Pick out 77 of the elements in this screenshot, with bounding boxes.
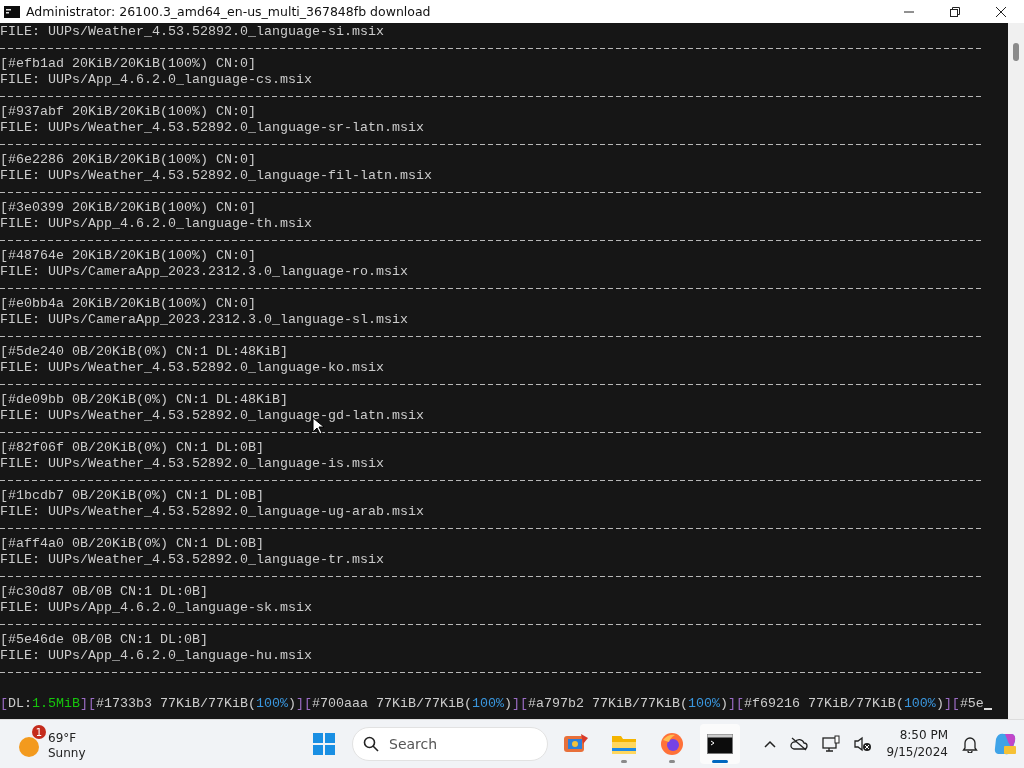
status-text: DL:	[8, 696, 32, 712]
status-text: )	[503, 696, 512, 712]
temperature: 69°F	[48, 731, 78, 746]
console-line: [#e0bb4a 20KiB/20KiB(100%) CN:0]	[0, 296, 257, 312]
console-line: FILE: UUPs/App_4.6.2.0_language-hu.msix	[0, 648, 313, 664]
console-line: [#5de240 0B/20KiB(0%) CN:1 DL:48KiB]	[0, 344, 289, 360]
status-text: (	[679, 696, 688, 712]
status-text: #700aaa 77KiB/77KiB	[311, 696, 464, 712]
console-line: [#82f06f 0B/20KiB(0%) CN:1 DL:0B]	[0, 440, 265, 456]
status-text: 1.5MiB	[32, 696, 80, 712]
console-line: [#aff4a0 0B/20KiB(0%) CN:1 DL:0B]	[0, 536, 265, 552]
weather-widget[interactable]: 1 69°F Sunny	[18, 725, 88, 763]
console-line: FILE: UUPs/App_4.6.2.0_language-th.msix	[0, 216, 313, 232]
scrollbar[interactable]	[1008, 23, 1024, 719]
text-cursor	[983, 708, 992, 710]
sun-icon	[18, 734, 42, 758]
bell-icon[interactable]	[962, 735, 978, 753]
chevron-up-icon[interactable]	[764, 740, 777, 748]
console-line: FILE: UUPs/Weather_4.53.52892.0_language-ug-arab.msix	[0, 504, 425, 520]
weather-condition: Sunny	[48, 746, 86, 761]
search-icon	[363, 736, 379, 752]
terminal-icon	[707, 734, 733, 754]
console-line: FILE: UUPs/Weather_4.53.52892.0_language-fil-latn.msix	[0, 168, 433, 184]
console-line: FILE: UUPs/Weather_4.53.52892.0_language-si.msix	[0, 24, 385, 40]
console-line: FILE: UUPs/CameraApp_2023.2312.3.0_language-ro.msix	[0, 264, 409, 280]
status-text: 100%	[903, 696, 936, 712]
console-line: FILE: UUPs/App_4.6.2.0_language-cs.msix	[0, 72, 313, 88]
console-line: [#5e46de 0B/0B CN:1 DL:0B]	[0, 632, 209, 648]
status-text: )	[287, 696, 296, 712]
console-line: FILE: UUPs/Weather_4.53.52892.0_language-is.msix	[0, 456, 385, 472]
status-text: ][	[295, 696, 312, 712]
console-line: FILE: UUPs/CameraApp_2023.2312.3.0_language-sl.msix	[0, 312, 409, 328]
console-line: FILE: UUPs/Weather_4.53.52892.0_language-gd-latn.msix	[0, 408, 425, 424]
status-text: ][	[511, 696, 528, 712]
terminal-icon	[4, 5, 20, 18]
cloud-off-icon[interactable]	[790, 737, 809, 751]
console-line: [#3e0399 20KiB/20KiB(100%) CN:0]	[0, 200, 257, 216]
console-line: FILE: UUPs/Weather_4.53.52892.0_language-sr-latn.msix	[0, 120, 425, 136]
copilot-icon[interactable]	[992, 731, 1018, 757]
status-text: #f69216 77KiB/77KiB	[743, 696, 896, 712]
console-line: [#de09bb 0B/20KiB(0%) CN:1 DL:48KiB]	[0, 392, 289, 408]
network-icon[interactable]	[822, 735, 841, 753]
console-line: FILE: UUPs/Weather_4.53.52892.0_language-tr.msix	[0, 552, 385, 568]
restore-icon	[950, 6, 960, 17]
status-text: #1733b3 77KiB/77KiB	[96, 696, 248, 712]
status-text: ][	[943, 696, 960, 712]
status-text: (	[895, 696, 904, 712]
status-text: (	[463, 696, 472, 712]
console-line: [#efb1ad 20KiB/20KiB(100%) CN:0]	[0, 56, 257, 72]
status-text: [	[0, 696, 8, 712]
search-field[interactable]: Search	[352, 727, 548, 761]
status-text: 100%	[255, 696, 288, 712]
speaker-muted-icon[interactable]	[854, 736, 873, 752]
console-line: [#6e2286 20KiB/20KiB(100%) CN:0]	[0, 152, 257, 168]
console-line: [#48764e 20KiB/20KiB(100%) CN:0]	[0, 248, 257, 264]
status-text: )	[719, 696, 728, 712]
status-text: ][	[80, 696, 96, 712]
status-text: ][	[727, 696, 744, 712]
window-title: Administrator: 26100.3_amd64_en-us_multi_367848fb download	[26, 4, 432, 19]
browser-icon	[660, 732, 684, 756]
status-text: )	[935, 696, 944, 712]
console-line: [#1bcdb7 0B/20KiB(0%) CN:1 DL:0B]	[0, 488, 265, 504]
status-text: (	[247, 696, 256, 712]
windows-logo-icon	[313, 733, 335, 755]
status-text: 100%	[471, 696, 504, 712]
status-text: #5e	[959, 696, 984, 712]
clock[interactable]: 8:50 PM 9/15/2024	[886, 727, 948, 761]
status-text: 100%	[687, 696, 720, 712]
status-text: #a797b2 77KiB/77KiB	[527, 696, 680, 712]
notification-badge: 1	[32, 725, 46, 739]
console-line: FILE: UUPs/App_4.6.2.0_language-sk.msix	[0, 600, 313, 616]
close-icon	[996, 6, 1006, 17]
console-line: [#c30d87 0B/0B CN:1 DL:0B]	[0, 584, 209, 600]
console-line: [#937abf 20KiB/20KiB(100%) CN:0]	[0, 104, 257, 120]
taskbar-app-button[interactable]	[700, 724, 740, 764]
folder-icon	[611, 733, 637, 755]
console-line: FILE: UUPs/Weather_4.53.52892.0_language-ko.msix	[0, 360, 385, 376]
